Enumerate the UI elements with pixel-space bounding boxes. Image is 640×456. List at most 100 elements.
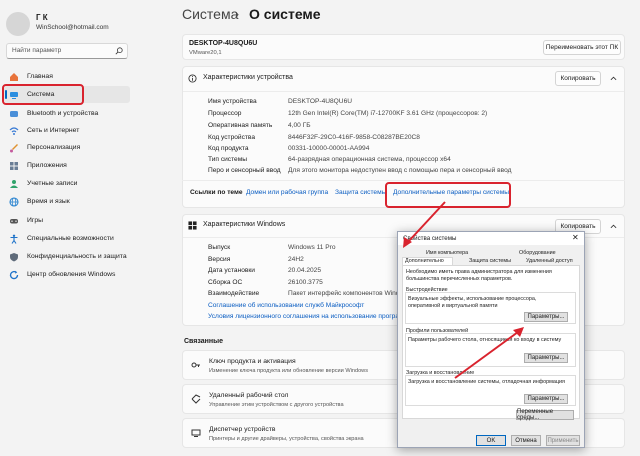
sidebar-item-label: Приложения bbox=[27, 162, 67, 169]
win-spec-label: Выпуск bbox=[208, 244, 231, 251]
win-spec-label: Взаимодействие bbox=[208, 290, 260, 297]
win-spec-value: 26100.3775 bbox=[288, 279, 323, 286]
cancel-button[interactable]: Отмена bbox=[511, 435, 541, 446]
search-input[interactable]: Найти параметр bbox=[6, 43, 128, 59]
sidebar-item-accessibility[interactable]: Специальные возможности bbox=[4, 230, 130, 247]
shield-icon bbox=[9, 252, 19, 262]
system-protection-link[interactable]: Защита системы bbox=[335, 189, 386, 196]
spec-label: Код устройства bbox=[208, 134, 256, 141]
sidebar-item-accounts[interactable]: Учетные записи bbox=[4, 175, 130, 192]
copy-device-specs-button[interactable]: Копировать bbox=[555, 71, 601, 86]
spec-value: 8446F32F-29C0-416F-9858-C08287BE20C8 bbox=[288, 134, 420, 141]
device-name: DESKTOP-4U8QU6U bbox=[189, 40, 258, 47]
sidebar-item-home[interactable]: Главная bbox=[4, 68, 130, 85]
update-icon bbox=[9, 270, 19, 280]
group-text: Визуальные эффекты, использование процес… bbox=[408, 296, 537, 309]
domain-workgroup-link[interactable]: Домен или рабочая группа bbox=[246, 189, 328, 196]
sidebar-item-games[interactable]: Игры bbox=[4, 212, 130, 229]
breadcrumb-system[interactable]: Система bbox=[182, 6, 238, 22]
license-terms-link[interactable]: Условия лицензионного соглашения на испо… bbox=[208, 313, 408, 320]
device-name-card: DESKTOP-4U8QU6U VMware20,1 Переименовать… bbox=[182, 34, 625, 60]
related-item-subtitle: Управление этим устройством с другого ус… bbox=[209, 402, 344, 408]
dialog-close-icon[interactable]: ✕ bbox=[572, 233, 579, 242]
chevron-up-icon[interactable] bbox=[610, 76, 617, 81]
breadcrumb-separator: › bbox=[235, 7, 239, 21]
sidebar-item-windows-update[interactable]: Центр обновления Windows bbox=[4, 266, 130, 283]
key-icon bbox=[191, 362, 200, 368]
tab-advanced[interactable]: Дополнительно bbox=[405, 258, 444, 264]
startup-settings-button[interactable]: Параметры... bbox=[524, 394, 568, 404]
sidebar-item-time-language[interactable]: Время и язык bbox=[4, 193, 130, 210]
win-spec-value: Windows 11 Pro bbox=[288, 244, 336, 251]
win-spec-label: Дата установки bbox=[208, 267, 255, 274]
tab-system-protection[interactable]: Защита системы bbox=[469, 258, 511, 264]
spec-label: Перо и сенсорный ввод bbox=[208, 167, 281, 174]
related-item-subtitle: Принтеры и другие драйверы, устройства, … bbox=[209, 436, 364, 442]
spec-value: 64-разрядная операционная система, проце… bbox=[288, 156, 451, 163]
chevron-up-icon[interactable] bbox=[610, 224, 617, 229]
user-name: Г К bbox=[36, 13, 48, 22]
tab-hardware[interactable]: Оборудование bbox=[519, 250, 556, 256]
related-item-title: Ключ продукта и активация bbox=[209, 358, 296, 365]
group-text: Загрузка и восстановление системы, отлад… bbox=[408, 379, 565, 385]
spec-value: DESKTOP-4U8QU6U bbox=[288, 98, 353, 105]
tab-remote[interactable]: Удаленный доступ bbox=[526, 258, 573, 264]
sidebar-item-label: Главная bbox=[27, 73, 53, 80]
brush-icon bbox=[9, 143, 19, 153]
spec-label: Процессор bbox=[208, 110, 242, 117]
device-specs-title: Характеристики устройства bbox=[203, 74, 293, 81]
sidebar-item-label: Время и язык bbox=[27, 198, 70, 205]
sidebar-item-label: Центр обновления Windows bbox=[27, 271, 116, 278]
avatar[interactable] bbox=[6, 12, 30, 36]
tab-computer-name[interactable]: Имя компьютера bbox=[426, 250, 468, 256]
sidebar-item-label: Сеть и Интернет bbox=[27, 127, 80, 134]
system-properties-dialog: Свойства системы ✕ Имя компьютера Оборуд… bbox=[397, 231, 585, 448]
win-spec-value: 24H2 bbox=[288, 256, 304, 263]
related-section-title: Связанные bbox=[184, 338, 223, 345]
spec-value: 12th Gen Intel(R) Core(TM) i7-12700KF 3.… bbox=[288, 110, 488, 117]
sidebar-item-label: Bluetooth и устройства bbox=[27, 110, 99, 117]
performance-settings-button[interactable]: Параметры... bbox=[524, 312, 568, 322]
sidebar-item-label: Учетные записи bbox=[27, 180, 78, 187]
sidebar-item-label: Игры bbox=[27, 217, 44, 224]
profiles-settings-button[interactable]: Параметры... bbox=[524, 353, 568, 363]
info-icon bbox=[188, 74, 197, 83]
page-title: О системе bbox=[249, 6, 321, 22]
user-email: WinSchool@hotmail.com bbox=[36, 24, 109, 31]
spec-label: Тип системы bbox=[208, 156, 247, 163]
group-text: Параметры рабочего стола, относящиеся ко… bbox=[408, 337, 562, 343]
highlight-system bbox=[2, 84, 84, 105]
related-item-title: Диспетчер устройств bbox=[209, 426, 276, 433]
highlight-advanced-settings bbox=[385, 182, 511, 208]
sidebar-item-label: Конфиденциальность и защита bbox=[27, 253, 127, 260]
ok-button[interactable]: OK bbox=[476, 435, 506, 446]
person-icon bbox=[9, 179, 19, 189]
sidebar-item-network[interactable]: Сеть и Интернет bbox=[4, 122, 130, 139]
apps-icon bbox=[9, 161, 19, 171]
search-icon bbox=[115, 47, 123, 55]
apply-button: Применить bbox=[546, 435, 580, 446]
services-agreement-link[interactable]: Соглашение об использовании служб Майкро… bbox=[208, 302, 364, 309]
sidebar-item-bluetooth[interactable]: Bluetooth и устройства bbox=[4, 105, 130, 122]
network-icon bbox=[9, 126, 19, 136]
win-spec-label: Версия bbox=[208, 256, 231, 263]
rename-pc-button[interactable]: Переименовать этот ПК bbox=[543, 40, 621, 55]
remote-desktop-icon bbox=[191, 394, 201, 404]
related-links-label: Ссылки по теме bbox=[190, 189, 243, 196]
gamepad-icon bbox=[9, 216, 19, 226]
sidebar-item-personalization[interactable]: Персонализация bbox=[4, 139, 130, 156]
device-manager-icon bbox=[191, 429, 201, 437]
dialog-title: Свойства системы bbox=[403, 235, 457, 242]
spec-value: Для этого монитора недоступен ввод с пом… bbox=[288, 167, 512, 174]
related-item-subtitle: Изменение ключа продукта или обновление … bbox=[209, 368, 369, 374]
search-placeholder: Найти параметр bbox=[12, 47, 62, 54]
globe-icon bbox=[9, 196, 19, 207]
win-spec-value: Пакет интерфейс компонентов Windo bbox=[288, 290, 404, 297]
sidebar-item-apps[interactable]: Приложения bbox=[4, 157, 130, 174]
sidebar-item-privacy[interactable]: Конфиденциальность и защита bbox=[4, 248, 130, 265]
environment-variables-button[interactable]: Переменные среды... bbox=[516, 409, 574, 421]
home-icon bbox=[9, 72, 19, 82]
spec-value: 4,00 ГБ bbox=[288, 122, 311, 129]
spec-label: Имя устройства bbox=[208, 98, 257, 105]
spec-label: Код продукта bbox=[208, 145, 249, 152]
